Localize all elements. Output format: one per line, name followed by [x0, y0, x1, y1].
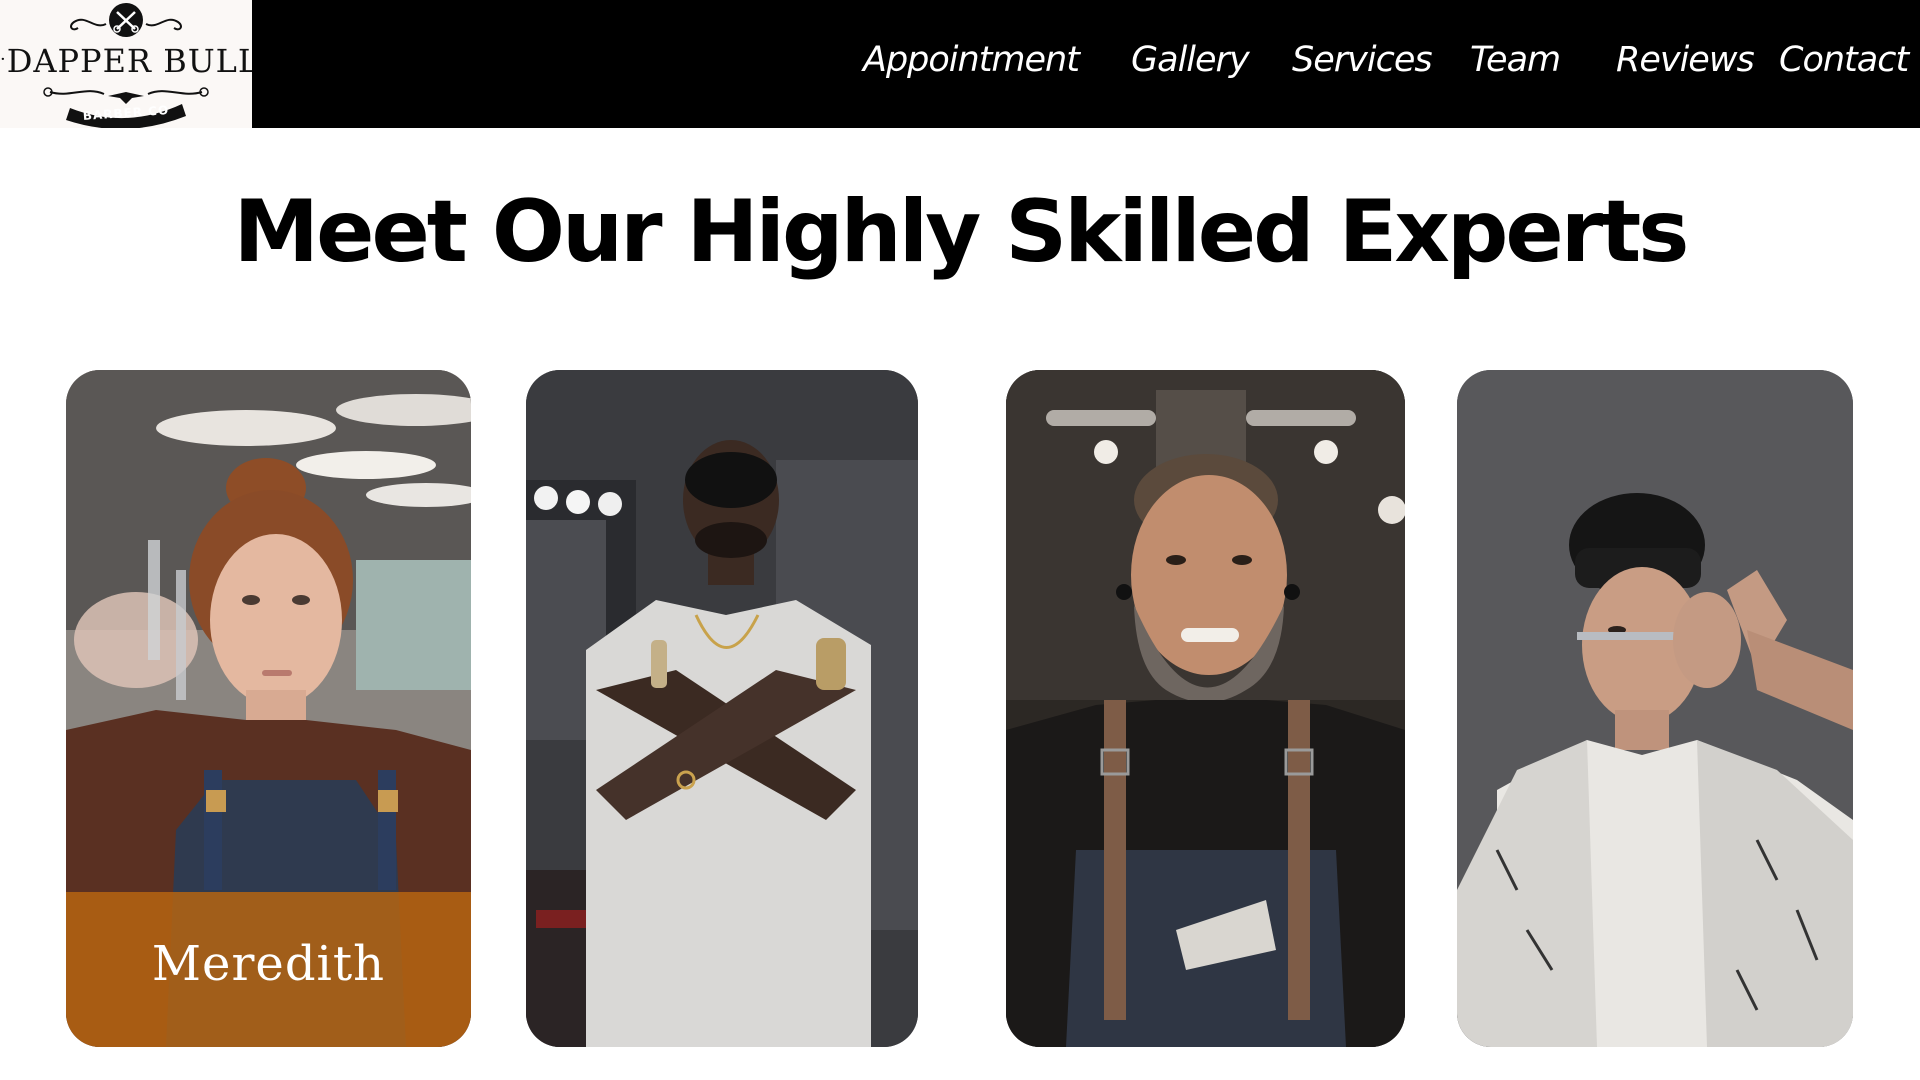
team-photo-4 [1457, 370, 1853, 1047]
nav-reviews[interactable]: Reviews [1616, 34, 1755, 86]
team-heading: Meet Our Highly Skilled Experts [233, 182, 1690, 282]
team-card-3[interactable] [1006, 370, 1405, 1047]
nav-contact[interactable]: Contact [1779, 34, 1909, 86]
team-card-4[interactable] [1457, 370, 1853, 1047]
nav-services[interactable]: Services [1292, 34, 1433, 86]
brand-name: ·DAPPER BULLY· [0, 42, 252, 80]
member-name: Meredith [151, 936, 386, 992]
team-photo-3 [1006, 370, 1405, 1047]
team-card-2[interactable] [526, 370, 918, 1047]
nav-gallery[interactable]: Gallery [1131, 34, 1250, 86]
name-band: Meredith [66, 892, 471, 1047]
team-photo-2 [526, 370, 918, 1047]
team-card-1[interactable]: Meredith [66, 370, 471, 1047]
site-header: ·DAPPER BULLY· BARBER CO Appointment Gal… [0, 0, 1920, 128]
nav-team[interactable]: Team [1470, 34, 1561, 86]
nav-appointment[interactable]: Appointment [863, 34, 1080, 86]
brand-logo[interactable]: ·DAPPER BULLY· BARBER CO [0, 0, 252, 128]
